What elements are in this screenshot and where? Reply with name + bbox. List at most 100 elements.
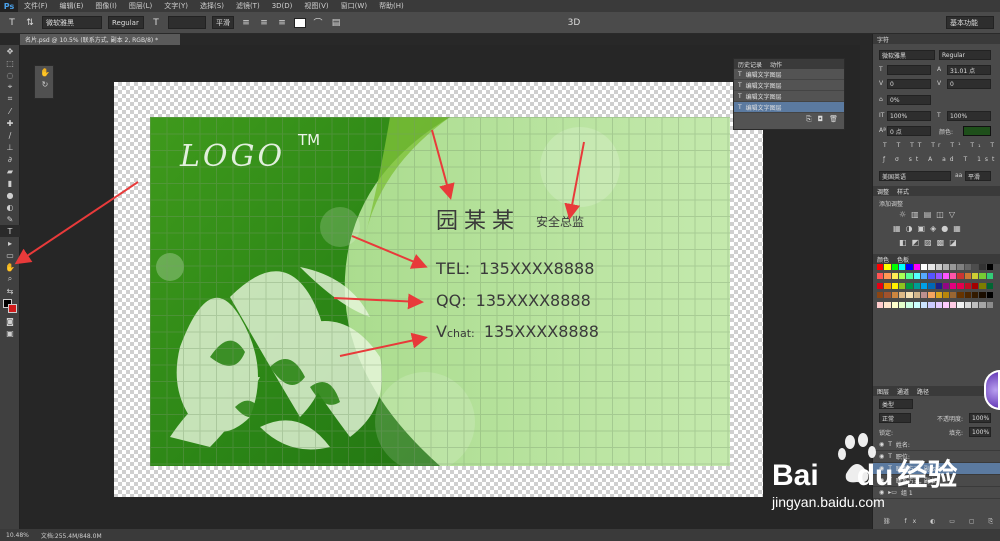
color-swatch[interactable] bbox=[898, 292, 906, 299]
char-font-style[interactable]: Regular bbox=[939, 50, 991, 60]
color-swatch[interactable] bbox=[957, 282, 964, 289]
color-swatch[interactable] bbox=[928, 292, 935, 299]
color-swatch[interactable] bbox=[913, 292, 920, 299]
color-swatch[interactable] bbox=[957, 264, 964, 270]
color-swatch[interactable] bbox=[935, 292, 942, 299]
color-swatch[interactable] bbox=[920, 282, 928, 289]
color-swatch[interactable] bbox=[942, 292, 950, 299]
color-swatch[interactable] bbox=[898, 273, 906, 280]
char-language[interactable]: 美国英语 bbox=[879, 171, 951, 181]
camera-icon[interactable]: ◘ bbox=[818, 115, 824, 124]
color-swatch[interactable] bbox=[928, 273, 935, 280]
color-swatch[interactable] bbox=[913, 282, 920, 289]
color-swatch[interactable] bbox=[920, 264, 928, 270]
char-font-family[interactable]: 微软雅黑 bbox=[879, 50, 935, 60]
char-tracking[interactable]: 0 bbox=[947, 79, 991, 89]
color-swatch[interactable] bbox=[986, 264, 993, 270]
color-swatch[interactable] bbox=[986, 273, 993, 280]
color-swatch[interactable] bbox=[884, 292, 891, 299]
color-swatch[interactable] bbox=[964, 273, 972, 280]
color-swatch[interactable] bbox=[964, 301, 972, 308]
color-swatch[interactable] bbox=[964, 282, 972, 289]
color-swatch[interactable] bbox=[942, 301, 950, 308]
color-swatch[interactable] bbox=[950, 282, 957, 289]
color-swatch[interactable] bbox=[972, 282, 979, 289]
color-swatch[interactable] bbox=[898, 282, 906, 289]
color-swatch[interactable] bbox=[877, 292, 884, 299]
color-swatch[interactable] bbox=[942, 264, 950, 270]
color-swatch[interactable] bbox=[884, 264, 891, 270]
color-swatch[interactable] bbox=[906, 273, 913, 280]
char-hscale[interactable]: 100% bbox=[947, 111, 991, 121]
color-swatch[interactable] bbox=[906, 264, 913, 270]
color-swatch[interactable] bbox=[986, 301, 993, 308]
color-swatch[interactable] bbox=[964, 292, 972, 299]
char-vscale[interactable]: 100% bbox=[887, 111, 931, 121]
history-item[interactable]: T 编辑文字图层 bbox=[734, 91, 844, 102]
color-swatch[interactable] bbox=[950, 264, 957, 270]
color-swatch[interactable] bbox=[979, 273, 986, 280]
char-baseline[interactable]: 0 点 bbox=[887, 126, 931, 136]
color-swatch[interactable] bbox=[898, 264, 906, 270]
tab-swatches[interactable]: 色板 bbox=[897, 255, 909, 264]
layer-filter-select[interactable]: 类型 bbox=[879, 399, 913, 409]
adjustment-icons-row2[interactable]: ▦◑▣◈●▦ bbox=[893, 224, 966, 233]
color-swatch[interactable] bbox=[877, 264, 884, 270]
history-item-selected[interactable]: T 编辑文字图层 bbox=[734, 102, 844, 113]
color-swatch[interactable] bbox=[986, 282, 993, 289]
color-swatch[interactable] bbox=[964, 264, 972, 270]
opentype-buttons[interactable]: ƒ σ st A ad T 1st ½ bbox=[883, 156, 1000, 163]
color-swatch[interactable] bbox=[920, 273, 928, 280]
color-swatch[interactable] bbox=[942, 282, 950, 289]
zoom-level[interactable]: 10.48% bbox=[6, 532, 29, 539]
color-swatch[interactable] bbox=[884, 301, 891, 308]
char-scale[interactable]: 0% bbox=[887, 95, 931, 105]
color-swatch[interactable] bbox=[920, 301, 928, 308]
char-style-buttons[interactable]: T T TT Tr T¹ T₁ T T bbox=[883, 142, 1000, 149]
color-swatch[interactable] bbox=[935, 264, 942, 270]
color-swatch[interactable] bbox=[891, 292, 898, 299]
color-swatch[interactable] bbox=[972, 292, 979, 299]
color-swatch[interactable] bbox=[877, 282, 884, 289]
color-swatch[interactable] bbox=[950, 301, 957, 308]
color-swatch[interactable] bbox=[913, 273, 920, 280]
color-swatch[interactable] bbox=[884, 273, 891, 280]
tab-layers[interactable]: 图层 bbox=[877, 387, 889, 396]
color-swatch[interactable] bbox=[877, 273, 884, 280]
color-swatch[interactable] bbox=[950, 292, 957, 299]
color-swatch[interactable] bbox=[935, 282, 942, 289]
trash-icon[interactable]: 🗑 bbox=[829, 115, 838, 124]
color-swatch[interactable] bbox=[950, 273, 957, 280]
color-swatch[interactable] bbox=[979, 292, 986, 299]
color-swatch[interactable] bbox=[972, 273, 979, 280]
color-swatch[interactable] bbox=[913, 301, 920, 308]
tab-adjustments[interactable]: 调整 bbox=[877, 187, 889, 196]
color-swatch[interactable] bbox=[979, 301, 986, 308]
color-swatch[interactable] bbox=[942, 273, 950, 280]
color-swatch[interactable] bbox=[906, 292, 913, 299]
color-swatch[interactable] bbox=[928, 301, 935, 308]
tab-color[interactable]: 颜色 bbox=[877, 255, 889, 264]
color-swatch[interactable] bbox=[957, 292, 964, 299]
color-swatch[interactable] bbox=[906, 282, 913, 289]
adjustment-icons-row3[interactable]: ◧◩▨▩◪ bbox=[899, 238, 962, 247]
color-swatch[interactable] bbox=[891, 273, 898, 280]
swatch-grid[interactable] bbox=[877, 264, 993, 310]
color-swatch[interactable] bbox=[928, 264, 935, 270]
tab-channels[interactable]: 通道 bbox=[897, 387, 909, 396]
color-swatch[interactable] bbox=[928, 282, 935, 289]
adjustment-icons-row1[interactable]: ☼▥▤◫▽ bbox=[899, 210, 960, 219]
char-color-swatch[interactable] bbox=[963, 126, 991, 136]
color-swatch[interactable] bbox=[979, 282, 986, 289]
color-swatch[interactable] bbox=[935, 301, 942, 308]
character-tab[interactable]: 字符 bbox=[873, 34, 1000, 44]
color-swatch[interactable] bbox=[979, 264, 986, 270]
color-swatch[interactable] bbox=[920, 292, 928, 299]
tab-history[interactable]: 历史记录 bbox=[738, 60, 762, 69]
history-item[interactable]: T 编辑文字图层 bbox=[734, 69, 844, 80]
color-swatch[interactable] bbox=[877, 301, 884, 308]
color-swatch[interactable] bbox=[986, 292, 993, 299]
tab-paths[interactable]: 路径 bbox=[917, 387, 929, 396]
char-leading[interactable]: 31.01 点 bbox=[947, 65, 991, 75]
new-document-icon[interactable]: ⎘ bbox=[806, 115, 812, 124]
